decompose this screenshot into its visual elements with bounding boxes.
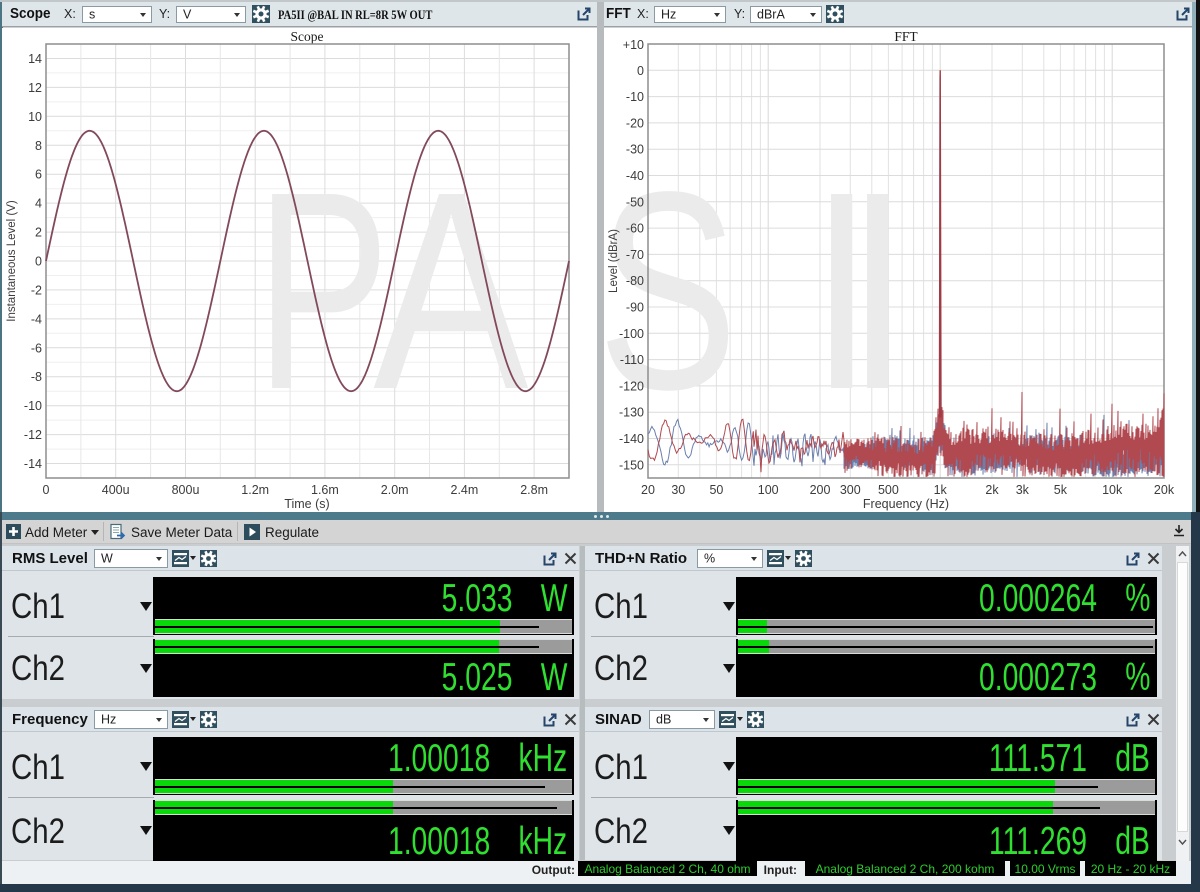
svg-text:4: 4 [35,197,42,211]
svg-text:2.0m: 2.0m [381,483,409,497]
svg-text:S: S [604,133,738,448]
svg-text:FFT: FFT [894,29,918,44]
svg-text:-100: -100 [619,327,644,341]
svg-text:-60: -60 [626,222,644,236]
svg-text:2.4m: 2.4m [451,483,479,497]
svg-text:10: 10 [28,110,42,124]
svg-text:-150: -150 [619,458,644,472]
svg-text:-110: -110 [620,353,644,367]
svg-text:100: 100 [758,483,779,497]
svg-text:10k: 10k [1102,483,1123,497]
svg-text:Instantaneous Level (V): Instantaneous Level (V) [6,200,18,322]
svg-text:P: P [256,132,390,448]
svg-text:-90: -90 [626,301,644,315]
svg-text:2: 2 [35,226,42,240]
svg-text:-70: -70 [626,248,644,262]
svg-text:Scope: Scope [291,29,324,44]
svg-text:-14: -14 [24,457,42,471]
svg-text:Level (dBrA): Level (dBrA) [608,229,620,293]
svg-text:-130: -130 [619,406,644,420]
svg-text:20: 20 [641,483,655,497]
svg-text:50: 50 [709,483,723,497]
svg-text:-10: -10 [24,399,42,413]
svg-text:3k: 3k [1016,483,1030,497]
svg-text:Time (s): Time (s) [284,497,329,511]
svg-text:A: A [373,133,529,448]
svg-text:-6: -6 [31,341,42,355]
svg-text:12: 12 [28,81,42,95]
svg-text:0: 0 [637,64,644,78]
svg-text:20k: 20k [1154,483,1175,497]
svg-text:300: 300 [840,483,861,497]
svg-text:8: 8 [35,139,42,153]
svg-text:-140: -140 [619,432,644,446]
svg-text:-30: -30 [626,143,644,157]
svg-text:5k: 5k [1054,483,1068,497]
svg-text:-50: -50 [626,195,644,209]
svg-text:-4: -4 [31,312,42,326]
svg-text:1k: 1k [934,483,948,497]
svg-text:1.2m: 1.2m [241,483,269,497]
svg-text:2k: 2k [985,483,999,497]
svg-text:-10: -10 [626,90,644,104]
svg-text:I: I [846,134,909,449]
svg-text:0: 0 [35,255,42,269]
svg-text:1.6m: 1.6m [311,483,339,497]
svg-text:-80: -80 [626,274,644,288]
svg-text:Frequency (Hz): Frequency (Hz) [863,497,949,511]
svg-text:500: 500 [878,483,899,497]
svg-text:-12: -12 [24,428,42,442]
svg-text:-120: -120 [619,379,644,393]
svg-text:-20: -20 [626,116,644,130]
svg-text:14: 14 [28,52,42,66]
svg-text:30: 30 [671,483,685,497]
svg-text:-2: -2 [31,283,42,297]
svg-text:200: 200 [810,483,831,497]
svg-text:800u: 800u [172,483,200,497]
svg-text:2.8m: 2.8m [520,483,548,497]
svg-text:6: 6 [35,168,42,182]
svg-text:+10: +10 [623,38,644,52]
svg-text:0: 0 [43,483,50,497]
svg-text:-8: -8 [31,370,42,384]
svg-text:-40: -40 [626,169,644,183]
svg-text:400u: 400u [102,483,130,497]
